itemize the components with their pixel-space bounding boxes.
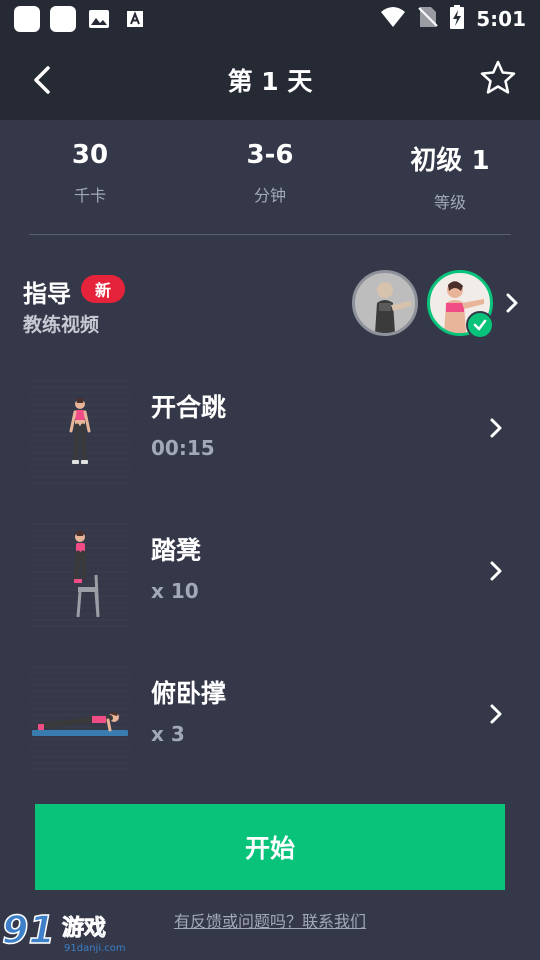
guide-title: 指导 [23, 280, 71, 308]
status-bar: 5:01 [0, 0, 540, 38]
guide-subtitle: 教练视频 [23, 314, 100, 336]
exercise-name: 踏凳 [151, 536, 202, 565]
app-notification-icon [50, 6, 76, 32]
exercise-thumbnail [30, 662, 130, 770]
star-outline-icon [480, 60, 516, 94]
new-badge: 新 [81, 275, 125, 303]
exercise-thumbnail [30, 519, 130, 627]
divider [29, 234, 511, 235]
exercise-thumbnail [30, 376, 130, 484]
stat-calories: 30 千卡 [10, 140, 170, 206]
workout-stats: 30 千卡 3-6 分钟 初级 1 等级 [0, 140, 540, 220]
exercise-item[interactable]: 开合跳 00:15 [0, 376, 540, 486]
no-sim-icon [418, 5, 438, 33]
battery-charging-icon [450, 5, 465, 33]
exercise-detail: x 10 [151, 579, 199, 603]
app-bar: 第 1 天 [0, 38, 540, 120]
chevron-right-icon [484, 700, 508, 728]
exercise-name: 开合跳 [151, 393, 227, 422]
chevron-right-icon [484, 414, 508, 442]
stat-value: 30 [71, 140, 109, 170]
stat-value: 3-6 [246, 140, 294, 170]
exercise-detail: x 3 [151, 722, 185, 746]
svg-text:91: 91 [2, 908, 55, 952]
exercise-item[interactable]: 俯卧撑 x 3 [0, 662, 540, 772]
wifi-icon [380, 6, 406, 32]
coach-avatar[interactable] [352, 270, 418, 336]
stat-duration: 3-6 分钟 [190, 140, 350, 206]
favorite-button[interactable] [478, 58, 518, 98]
font-icon [122, 6, 148, 32]
chevron-right-icon [484, 557, 508, 585]
exercise-detail: 00:15 [151, 436, 215, 460]
exercise-name: 俯卧撑 [151, 679, 227, 708]
stat-label: 等级 [433, 193, 466, 212]
exercise-item[interactable]: 踏凳 x 10 [0, 519, 540, 629]
image-icon [86, 6, 112, 32]
clock: 5:01 [476, 7, 526, 31]
watermark-logo: 91 游戏 91danji.com [0, 905, 140, 957]
coach-guide-row[interactable]: 指导 新 教练视频 [0, 262, 540, 342]
checkmark-icon [466, 311, 494, 339]
stat-level: 初级 1 等级 [370, 140, 530, 213]
stat-value: 初级 1 [410, 146, 490, 176]
page-title: 第 1 天 [227, 67, 313, 96]
start-button[interactable]: 开始 [35, 804, 505, 890]
svg-text:91danji.com: 91danji.com [64, 943, 126, 954]
stat-label: 分钟 [253, 186, 286, 205]
svg-text:游戏: 游戏 [62, 915, 106, 941]
stat-label: 千卡 [73, 186, 106, 205]
app-notification-icon [14, 6, 40, 32]
chevron-right-icon [500, 289, 524, 317]
